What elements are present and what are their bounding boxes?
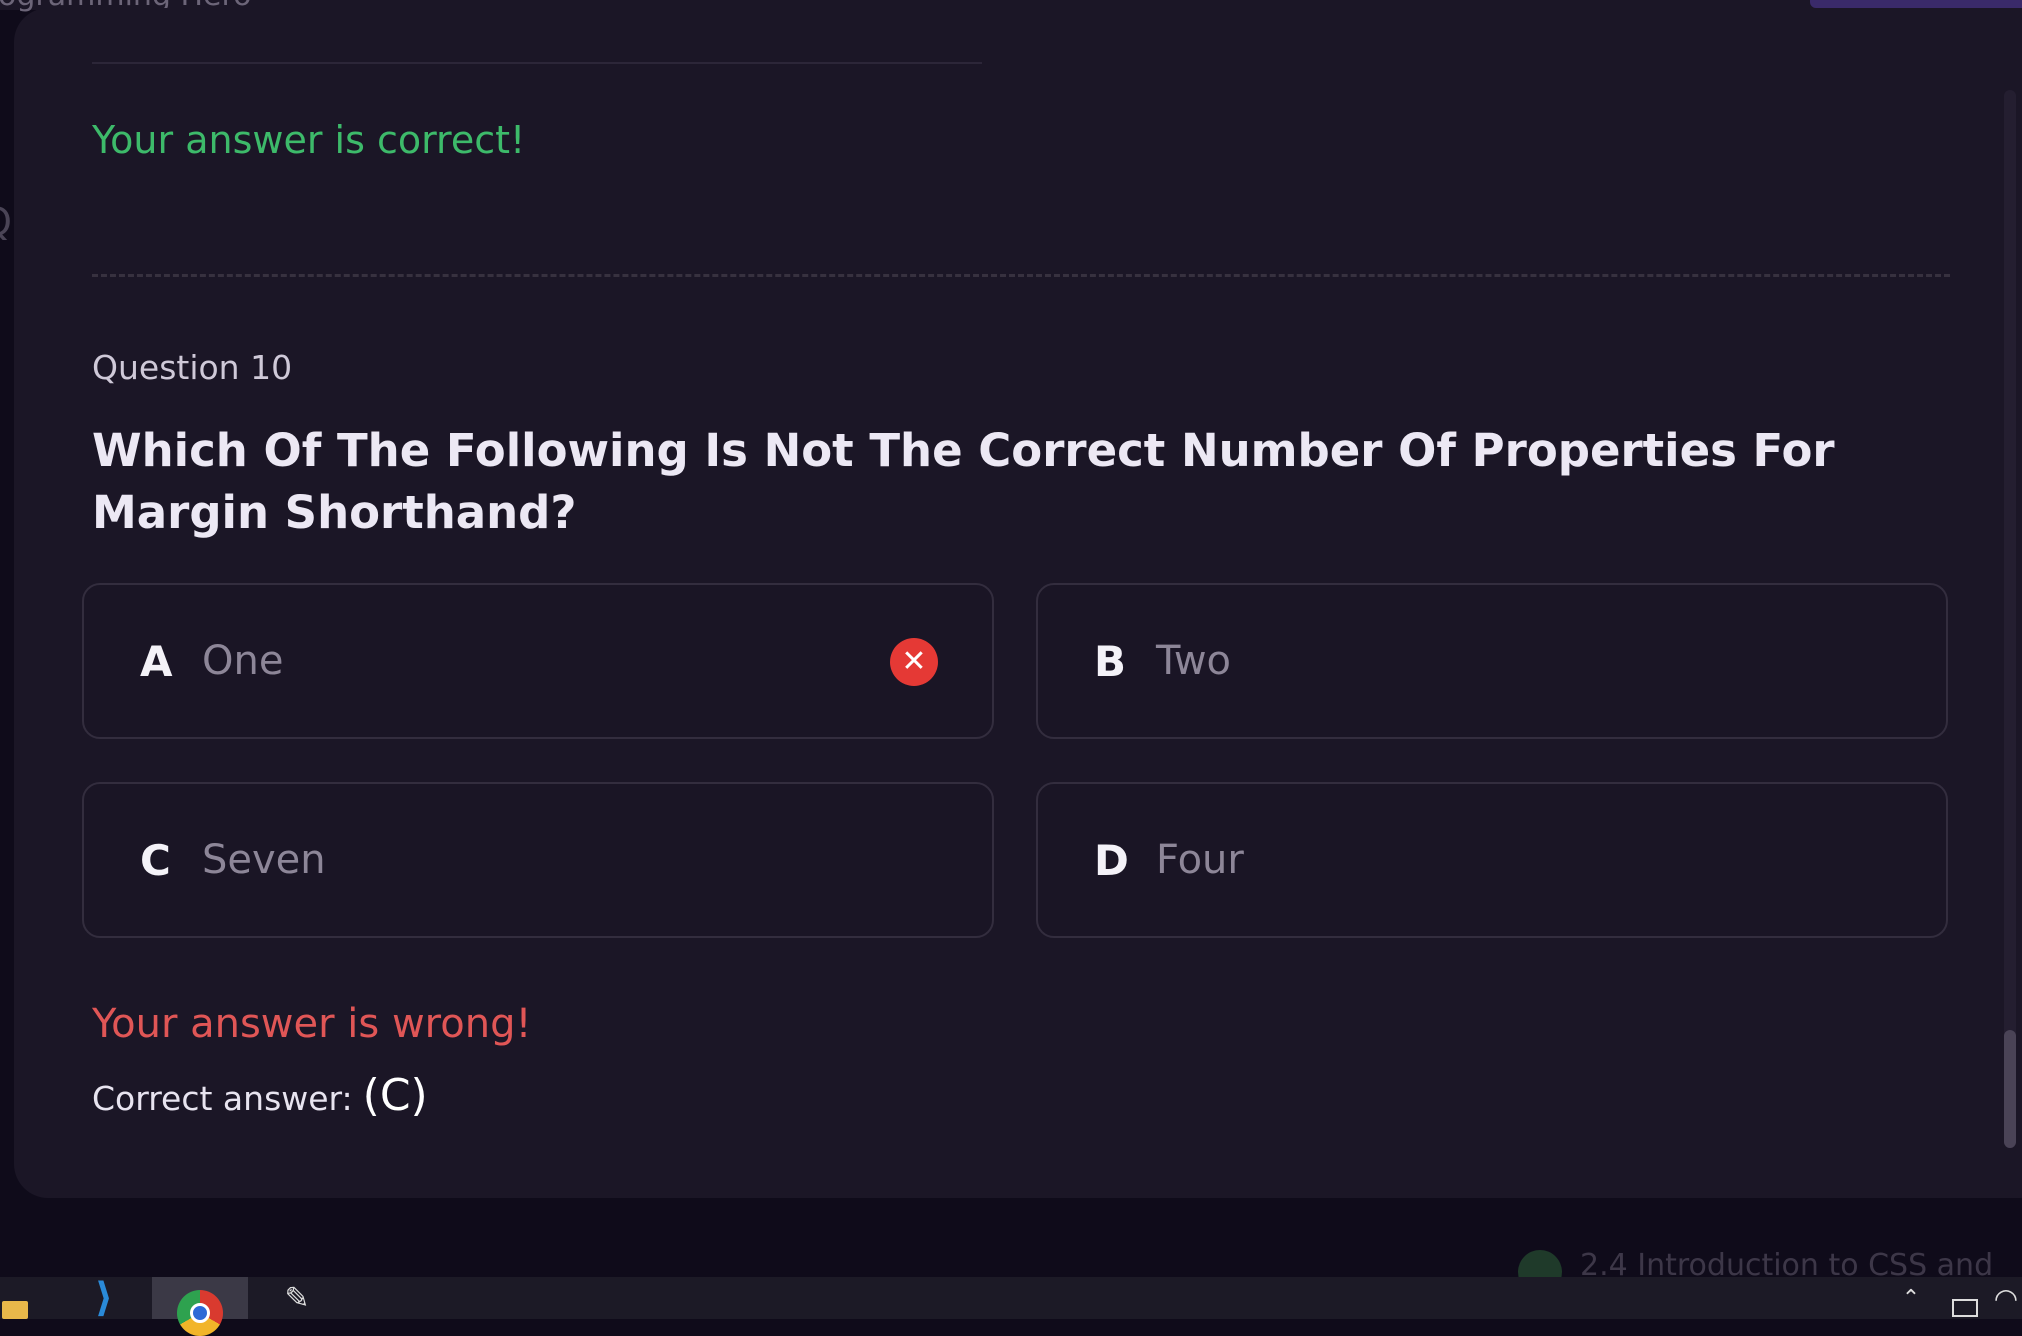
wifi-icon[interactable]: ◠ — [1990, 1277, 2022, 1319]
close-circle-icon: ✕ — [890, 638, 938, 686]
option-letter: C — [140, 835, 171, 885]
answer-feedback: Your answer is wrong! — [92, 1001, 532, 1047]
option-text: Four — [1156, 837, 1244, 883]
option-letter: A — [140, 636, 173, 686]
quiz-modal: Your answer is correct! Question 10 Whic… — [14, 8, 2022, 1198]
option-text: One — [202, 638, 284, 684]
background-nav-pills — [870, 1268, 1320, 1283]
display-icon[interactable] — [1950, 1277, 1980, 1319]
previous-answer-feedback: Your answer is correct! — [92, 118, 526, 162]
divider-line — [92, 62, 982, 64]
option-b[interactable]: B Two — [1036, 583, 1948, 739]
option-letter: D — [1094, 835, 1129, 885]
file-explorer-icon[interactable] — [0, 1277, 30, 1319]
scrollbar[interactable] — [2004, 90, 2016, 1148]
chrome-icon[interactable] — [152, 1277, 248, 1336]
option-text: Two — [1156, 638, 1231, 684]
option-letter: B — [1094, 636, 1127, 686]
question-text: Which Of The Following Is Not The Correc… — [92, 424, 1835, 539]
vscode-icon[interactable]: ⟩ — [76, 1275, 132, 1321]
background-sidebar-glyph: Q — [0, 200, 12, 244]
option-a[interactable]: A One ✕ — [82, 583, 994, 739]
question-separator — [92, 274, 1950, 277]
background-continue-button — [1810, 0, 2022, 8]
app-icon[interactable]: ✎ — [272, 1277, 322, 1319]
correct-answer: Correct answer: (C) — [92, 1070, 428, 1121]
taskbar: ⟩ ✎ ⌃ ◠ — [0, 1275, 2022, 1336]
correct-answer-label: Correct answer: — [92, 1079, 353, 1118]
option-d[interactable]: D Four — [1036, 782, 1948, 938]
chevron-up-icon[interactable]: ⌃ — [1896, 1277, 1926, 1319]
question-number: Question 10 — [92, 348, 293, 387]
option-c[interactable]: C Seven — [82, 782, 994, 938]
scrollbar-thumb[interactable] — [2004, 1030, 2016, 1148]
option-text: Seven — [202, 837, 326, 883]
correct-answer-value: (C) — [362, 1070, 428, 1121]
